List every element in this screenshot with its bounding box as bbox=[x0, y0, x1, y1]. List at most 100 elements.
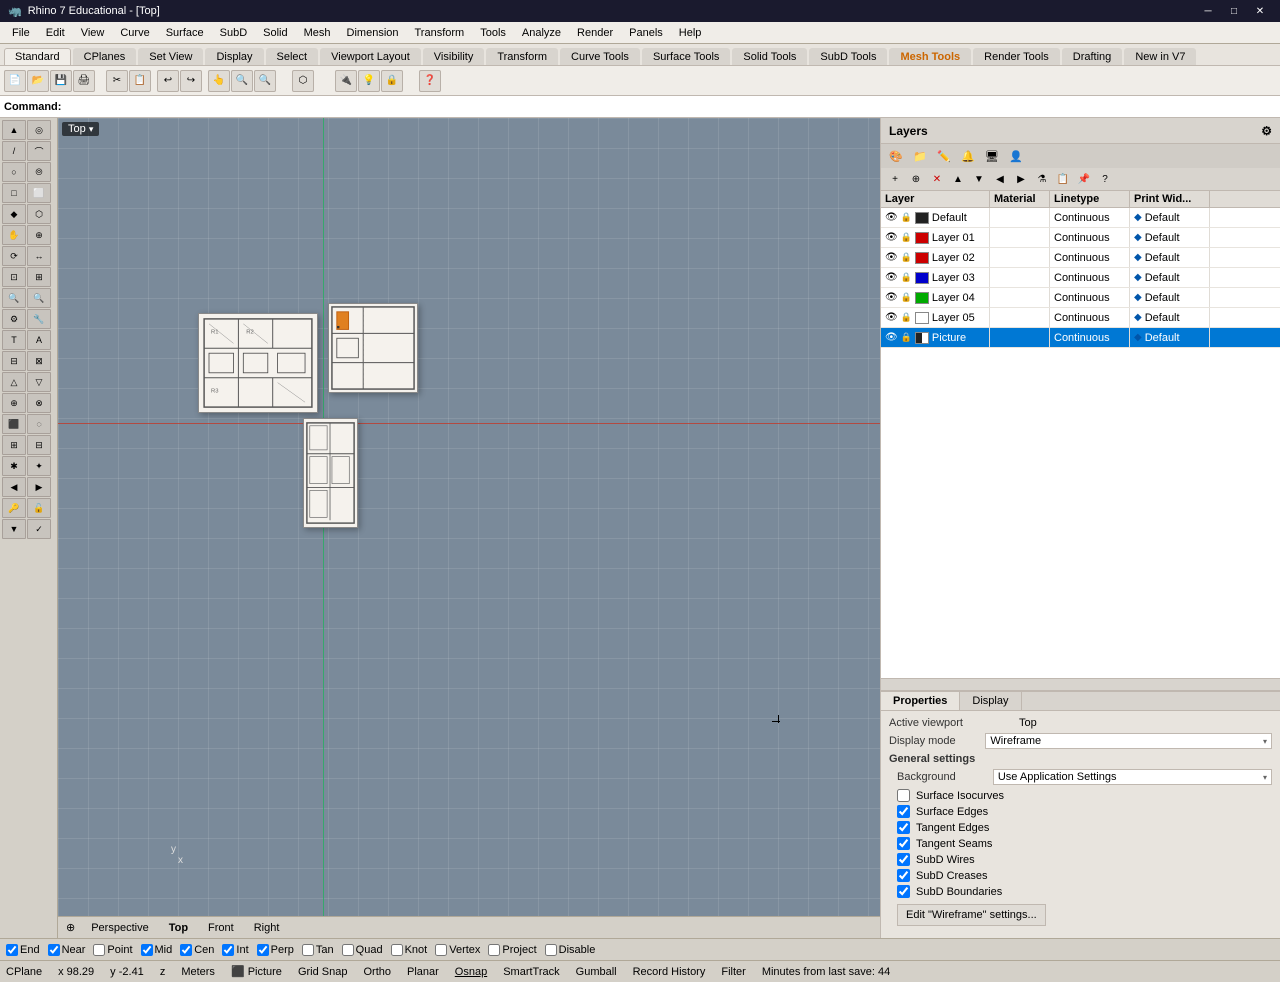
menu-item-help[interactable]: Help bbox=[671, 25, 710, 41]
layer-lock-icon[interactable]: 🔒 bbox=[901, 232, 912, 243]
layers-tab-edit[interactable]: ✏️ bbox=[933, 146, 955, 166]
tool-icon-6-0[interactable]: ⟳ bbox=[2, 246, 26, 266]
menu-item-render[interactable]: Render bbox=[569, 25, 621, 41]
sketch-floorplan-1[interactable]: R1 R2 R3 bbox=[198, 313, 318, 413]
toolbar-icon-9[interactable]: ↩ bbox=[157, 70, 179, 92]
viewport-tab-top[interactable]: Top bbox=[165, 920, 192, 936]
titlebar-controls[interactable]: ─ □ ✕ bbox=[1196, 2, 1272, 20]
toolbar-tab-standard[interactable]: Standard bbox=[4, 48, 71, 65]
menu-item-curve[interactable]: Curve bbox=[112, 25, 157, 41]
smarttrack-button[interactable]: SmartTrack bbox=[503, 966, 559, 978]
viewport-tab-front[interactable]: Front bbox=[204, 920, 238, 936]
tool-icon-5-1[interactable]: ⊕ bbox=[27, 225, 51, 245]
filter-button[interactable]: Filter bbox=[721, 966, 745, 978]
toolbar-icon-3[interactable]: 🖨 bbox=[73, 70, 95, 92]
layer-lock-icon[interactable]: 🔒 bbox=[901, 332, 912, 343]
toolbar-icon-13[interactable]: 🔍 bbox=[231, 70, 253, 92]
layer-visibility-icon[interactable]: 👁 bbox=[885, 312, 898, 323]
viewport-tab-perspective[interactable]: Perspective bbox=[87, 920, 152, 936]
toolbar-icon-14[interactable]: 🔍 bbox=[254, 70, 276, 92]
menu-item-mesh[interactable]: Mesh bbox=[296, 25, 339, 41]
maximize-button[interactable]: □ bbox=[1222, 2, 1246, 20]
layer-color-swatch[interactable] bbox=[915, 292, 929, 304]
edit-wireframe-button[interactable]: Edit "Wireframe" settings... bbox=[897, 904, 1046, 926]
help-button[interactable]: ? bbox=[1095, 170, 1115, 188]
layer-row-layer-02[interactable]: 👁🔒Layer 02Continuous◆ Default bbox=[881, 248, 1280, 268]
osnap-knot-checkbox[interactable] bbox=[391, 944, 403, 956]
surface-edges-checkbox[interactable] bbox=[897, 805, 910, 818]
layers-tab-user[interactable]: 👤 bbox=[1005, 146, 1027, 166]
toolbar-icon-29[interactable]: ❓ bbox=[419, 70, 441, 92]
menu-item-surface[interactable]: Surface bbox=[158, 25, 212, 41]
tool-icon-13-0[interactable]: ⊕ bbox=[2, 393, 26, 413]
filter-button[interactable]: ⚗ bbox=[1032, 170, 1052, 188]
osnap-mid-checkbox[interactable] bbox=[141, 944, 153, 956]
move-down-button[interactable]: ▼ bbox=[969, 170, 989, 188]
move-left-button[interactable]: ◀ bbox=[990, 170, 1010, 188]
delete-layer-button[interactable]: ✕ bbox=[927, 170, 947, 188]
layers-tab-bell[interactable]: 🔔 bbox=[957, 146, 979, 166]
tool-icon-8-1[interactable]: 🔍 bbox=[27, 288, 51, 308]
osnap-vertex-item[interactable]: Vertex bbox=[435, 944, 480, 956]
toolbar-tab-transform[interactable]: Transform bbox=[486, 48, 558, 65]
menu-item-dimension[interactable]: Dimension bbox=[339, 25, 407, 41]
layers-tab-materials[interactable]: 🎨 bbox=[885, 146, 907, 166]
tool-icon-0-0[interactable]: ▲ bbox=[2, 120, 26, 140]
tool-icon-2-0[interactable]: ○ bbox=[2, 162, 26, 182]
tab-properties[interactable]: Properties bbox=[881, 692, 960, 710]
layers-settings-icon[interactable]: ⚙ bbox=[1261, 124, 1272, 138]
toolbar-icon-18[interactable]: ⬡ bbox=[292, 70, 314, 92]
toolbar-tab-drafting[interactable]: Drafting bbox=[1062, 48, 1123, 65]
toolbar-tab-solid-tools[interactable]: Solid Tools bbox=[732, 48, 807, 65]
layer-row-default[interactable]: 👁🔒DefaultContinuous◆ Default bbox=[881, 208, 1280, 228]
tool-icon-4-1[interactable]: ⬡ bbox=[27, 204, 51, 224]
add-sublayer-button[interactable]: ⊕ bbox=[906, 170, 926, 188]
tool-icon-4-0[interactable]: ◆ bbox=[2, 204, 26, 224]
layer-row-layer-05[interactable]: 👁🔒Layer 05Continuous◆ Default bbox=[881, 308, 1280, 328]
toolbar-icon-6[interactable]: ✂ bbox=[106, 70, 128, 92]
osnap-end-checkbox[interactable] bbox=[6, 944, 18, 956]
toolbar-tab-new-in-v7[interactable]: New in V7 bbox=[1124, 48, 1196, 65]
osnap-mid-item[interactable]: Mid bbox=[141, 944, 173, 956]
layer-lock-icon[interactable]: 🔒 bbox=[901, 272, 912, 283]
menu-item-view[interactable]: View bbox=[73, 25, 113, 41]
tangent-edges-checkbox[interactable] bbox=[897, 821, 910, 834]
layer-color-swatch[interactable] bbox=[915, 232, 929, 244]
osnap-point-item[interactable]: Point bbox=[93, 944, 132, 956]
tool-icon-15-0[interactable]: ⊞ bbox=[2, 435, 26, 455]
tool-icon-0-1[interactable]: ◎ bbox=[27, 120, 51, 140]
tool-icon-9-1[interactable]: 🔧 bbox=[27, 309, 51, 329]
layer-color-swatch[interactable] bbox=[915, 272, 929, 284]
toolbar-tab-select[interactable]: Select bbox=[266, 48, 319, 65]
subd-boundaries-checkbox[interactable] bbox=[897, 885, 910, 898]
toolbar-icon-12[interactable]: 👆 bbox=[208, 70, 230, 92]
osnap-perp-checkbox[interactable] bbox=[257, 944, 269, 956]
toolbar-icon-2[interactable]: 💾 bbox=[50, 70, 72, 92]
osnap-quad-checkbox[interactable] bbox=[342, 944, 354, 956]
command-input[interactable] bbox=[65, 101, 1276, 113]
tool-icon-7-0[interactable]: ⊡ bbox=[2, 267, 26, 287]
osnap-near-checkbox[interactable] bbox=[48, 944, 60, 956]
osnap-perp-item[interactable]: Perp bbox=[257, 944, 294, 956]
tool-icon-13-1[interactable]: ⊗ bbox=[27, 393, 51, 413]
menu-item-solid[interactable]: Solid bbox=[255, 25, 295, 41]
layer-visibility-icon[interactable]: 👁 bbox=[885, 332, 898, 343]
tool-icon-8-0[interactable]: 🔍 bbox=[2, 288, 26, 308]
osnap-point-checkbox[interactable] bbox=[93, 944, 105, 956]
osnap-button[interactable]: Osnap bbox=[455, 966, 487, 978]
grid-snap-button[interactable]: Grid Snap bbox=[298, 966, 348, 978]
menu-item-analyze[interactable]: Analyze bbox=[514, 25, 569, 41]
osnap-int-item[interactable]: Int bbox=[222, 944, 248, 956]
subd-wires-checkbox[interactable] bbox=[897, 853, 910, 866]
tool-icon-17-0[interactable]: ◀ bbox=[2, 477, 26, 497]
toolbar-tab-viewport-layout[interactable]: Viewport Layout bbox=[320, 48, 421, 65]
layer-visibility-icon[interactable]: 👁 bbox=[885, 292, 898, 303]
tool-icon-12-1[interactable]: ▽ bbox=[27, 372, 51, 392]
osnap-tan-item[interactable]: Tan bbox=[302, 944, 334, 956]
layer-color-swatch[interactable] bbox=[915, 252, 929, 264]
record-history-button[interactable]: Record History bbox=[633, 966, 706, 978]
layer-visibility-icon[interactable]: 👁 bbox=[885, 232, 898, 243]
tool-icon-10-0[interactable]: T bbox=[2, 330, 26, 350]
osnap-quad-item[interactable]: Quad bbox=[342, 944, 383, 956]
tool-icon-16-1[interactable]: ✦ bbox=[27, 456, 51, 476]
